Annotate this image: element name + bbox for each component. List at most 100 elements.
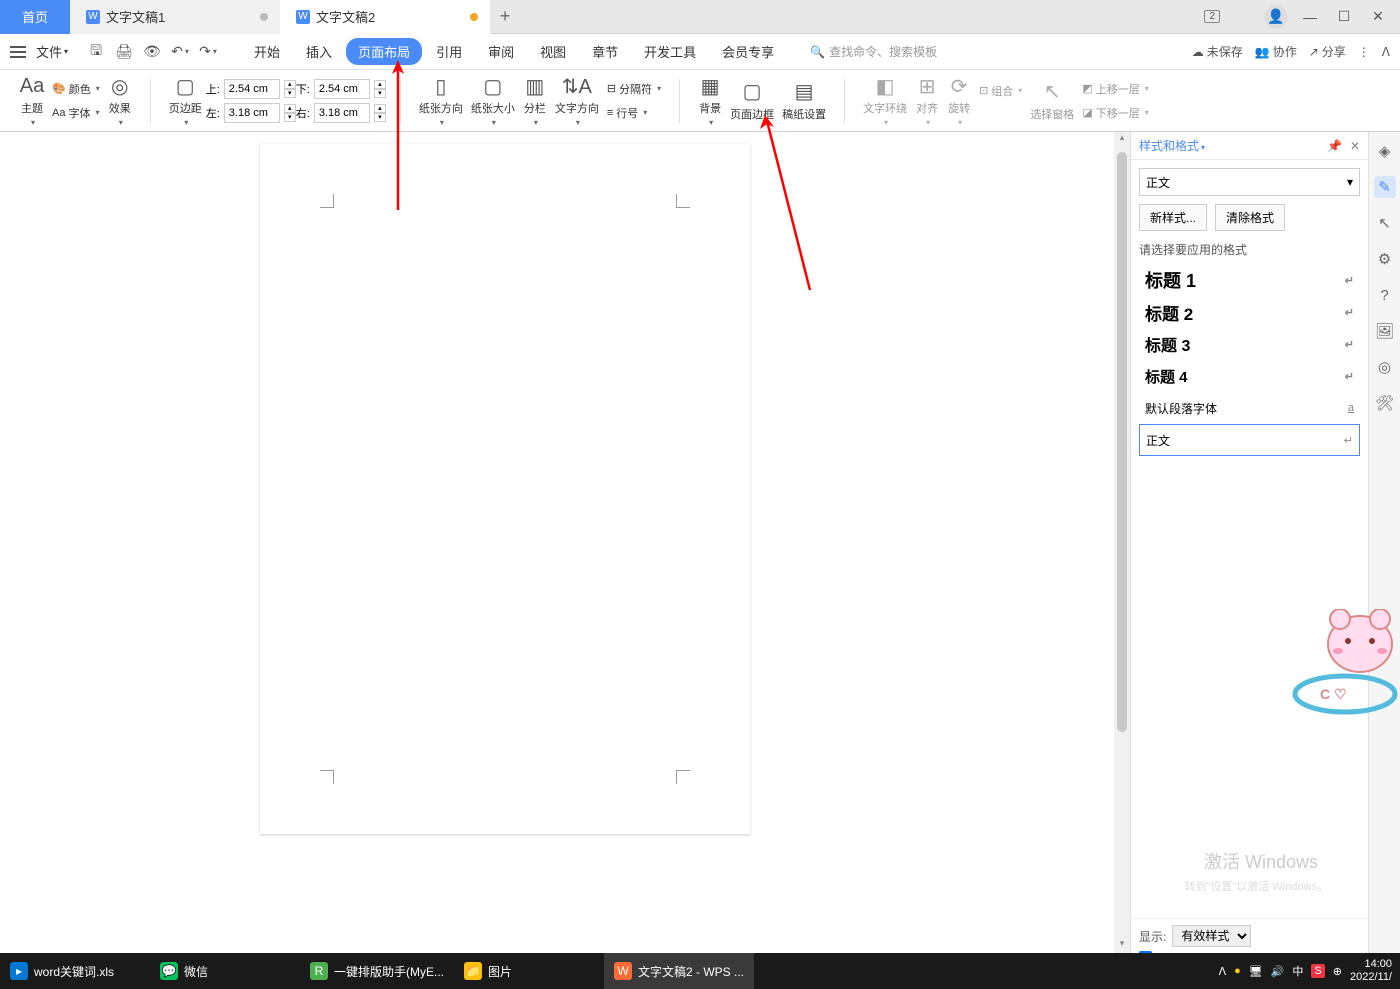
tab-doc1[interactable]: W 文字文稿1 xyxy=(70,0,280,34)
ribbon-tab-section[interactable]: 章节 xyxy=(580,38,630,65)
scrollbar-thumb[interactable] xyxy=(1117,152,1127,732)
style-item-heading3[interactable]: 标题 3↵ xyxy=(1139,328,1360,360)
close-icon[interactable] xyxy=(260,13,268,21)
margin-left-input[interactable] xyxy=(224,103,280,123)
draft-paper-button[interactable]: ▤稿纸设置 xyxy=(778,80,830,122)
page[interactable] xyxy=(260,144,750,834)
current-style-select[interactable]: 正文 ▾ xyxy=(1139,168,1360,196)
style-item-heading4[interactable]: 标题 4↵ xyxy=(1139,360,1360,392)
redo-icon[interactable]: ↷ xyxy=(198,42,218,62)
taskbar-item[interactable]: W文字文稿2 - WPS ... xyxy=(604,953,754,989)
columns-button[interactable]: ▥分栏 xyxy=(519,74,551,127)
page-margin-button[interactable]: ▢页边距 xyxy=(165,74,206,127)
unsaved-indicator[interactable]: ☁未保存 xyxy=(1192,43,1243,60)
color-button[interactable]: 🎨颜色 xyxy=(48,79,104,99)
save-icon[interactable]: 🖫 xyxy=(86,42,106,62)
collab-button[interactable]: 👥协作 xyxy=(1255,43,1297,60)
margin-bottom-input[interactable] xyxy=(314,79,370,99)
tray-icon[interactable]: ⊕ xyxy=(1333,965,1342,978)
text-direction-button[interactable]: ⇅A文字方向 xyxy=(551,74,603,127)
ribbon-tab-review[interactable]: 审阅 xyxy=(476,38,526,65)
style-item-body[interactable]: 正文↵ xyxy=(1139,424,1360,456)
breaks-button[interactable]: ⊟分隔符 xyxy=(603,79,665,99)
taskbar-clock[interactable]: 14:00 2022/11/ xyxy=(1350,958,1392,984)
share-button[interactable]: ↗分享 xyxy=(1309,43,1346,60)
ribbon-tab-view[interactable]: 视图 xyxy=(528,38,578,65)
taskbar-item[interactable]: 💬微信 xyxy=(150,953,300,989)
page-border-button[interactable]: ▢页面边框 xyxy=(726,80,778,122)
strip-help-icon[interactable]: ? xyxy=(1374,284,1396,306)
print-icon[interactable]: 🖨 xyxy=(114,42,134,62)
print-preview-icon[interactable]: 👁 xyxy=(142,42,162,62)
panel-title[interactable]: 样式和格式 xyxy=(1139,137,1205,154)
tray-network-icon[interactable]: 🖥 xyxy=(1249,965,1263,978)
ribbon-tab-insert[interactable]: 插入 xyxy=(294,38,344,65)
line-numbers-button[interactable]: ≡行号 xyxy=(603,103,665,123)
style-item-heading1[interactable]: 标题 1↵ xyxy=(1139,264,1360,296)
search-box[interactable]: 🔍 查找命令、搜索模板 xyxy=(810,43,937,60)
collapse-ribbon-icon[interactable]: ᐱ xyxy=(1382,45,1390,59)
ribbon-tab-start[interactable]: 开始 xyxy=(242,38,292,65)
margin-top-input[interactable] xyxy=(224,79,280,99)
undo-icon[interactable]: ↶ xyxy=(170,42,190,62)
margin-right-input[interactable] xyxy=(314,103,370,123)
close-panel-icon[interactable]: ✕ xyxy=(1350,139,1360,153)
tray-ime[interactable]: 中 xyxy=(1292,963,1303,979)
strip-tools-icon[interactable]: 🛠 xyxy=(1374,392,1396,414)
theme-button[interactable]: Aa主题 xyxy=(16,74,48,127)
taskbar-item[interactable]: ▸word关键词.xls xyxy=(0,953,150,989)
tray-chevron-icon[interactable]: ᐱ xyxy=(1219,965,1227,978)
ribbon-tab-page-layout[interactable]: 页面布局 xyxy=(346,38,422,65)
spinner[interactable]: ▴▾ xyxy=(374,104,386,122)
style-item-default-font[interactable]: 默认段落字体a xyxy=(1139,392,1360,424)
folder-icon: 📁 xyxy=(464,962,482,980)
background-button[interactable]: ▦背景 xyxy=(694,74,726,127)
ribbon-tab-devtools[interactable]: 开发工具 xyxy=(632,38,708,65)
ribbon-tab-references[interactable]: 引用 xyxy=(424,38,474,65)
window-count-badge[interactable]: 2 xyxy=(1204,10,1220,23)
clear-format-button[interactable]: 清除格式 xyxy=(1215,204,1285,231)
maximize-button[interactable]: ☐ xyxy=(1332,5,1356,29)
font-button[interactable]: Aa字体 xyxy=(48,103,104,123)
apps-grid-icon[interactable] xyxy=(1230,5,1254,29)
paper-size-button[interactable]: ▢纸张大小 xyxy=(467,74,519,127)
unsaved-dot-icon[interactable] xyxy=(470,13,478,21)
tray-icon[interactable]: S xyxy=(1311,964,1324,978)
tab-doc2[interactable]: W 文字文稿2 xyxy=(280,0,490,34)
minimize-button[interactable]: — xyxy=(1298,5,1322,29)
file-menu[interactable]: 文件 xyxy=(32,42,72,61)
spinner[interactable]: ▴▾ xyxy=(284,104,296,122)
tray-icon[interactable]: ● xyxy=(1234,965,1241,977)
pin-icon[interactable]: 📌 xyxy=(1327,139,1342,153)
ribbon-tab-member[interactable]: 会员专享 xyxy=(710,38,786,65)
orientation-button[interactable]: ▯纸张方向 xyxy=(415,74,467,127)
strip-diamond-icon[interactable]: ◈ xyxy=(1374,140,1396,162)
strip-pen-icon[interactable]: ✎ xyxy=(1374,176,1396,198)
scroll-down-icon[interactable]: ▾ xyxy=(1114,938,1130,954)
avatar-icon[interactable]: 👤 xyxy=(1264,5,1288,29)
strip-target-icon[interactable]: ◎ xyxy=(1374,356,1396,378)
spinner[interactable]: ▴▾ xyxy=(284,80,296,98)
close-button[interactable]: ✕ xyxy=(1366,5,1390,29)
spinner[interactable]: ▴▾ xyxy=(374,80,386,98)
style-item-heading2[interactable]: 标题 2↵ xyxy=(1139,296,1360,328)
taskbar-item[interactable]: R一键排版助手(MyE... xyxy=(300,953,454,989)
new-style-button[interactable]: 新样式... xyxy=(1139,204,1207,231)
break-icon: ⊟ xyxy=(607,82,616,95)
tab-home[interactable]: 首页 xyxy=(0,0,70,34)
taskbar-item[interactable]: 📁图片 xyxy=(454,953,604,989)
strip-image-icon[interactable]: 🖼 xyxy=(1374,320,1396,342)
hamburger-icon[interactable] xyxy=(10,46,26,58)
wps-icon: W xyxy=(614,962,632,980)
document-canvas[interactable] xyxy=(0,132,1130,974)
strip-settings-icon[interactable]: ⚙ xyxy=(1374,248,1396,270)
show-styles-select[interactable]: 有效样式 xyxy=(1172,925,1251,947)
effect-button[interactable]: ◎效果 xyxy=(104,74,136,127)
tray-volume-icon[interactable]: 🔊 xyxy=(1271,965,1285,978)
strip-cursor-icon[interactable]: ↖ xyxy=(1374,212,1396,234)
add-tab-button[interactable]: + xyxy=(490,6,520,27)
select-pane-button[interactable]: ↖选择窗格 xyxy=(1026,80,1078,122)
vertical-scrollbar[interactable]: ▴ ▾ xyxy=(1114,132,1130,954)
more-icon[interactable]: ⋮ xyxy=(1358,45,1370,59)
scroll-up-icon[interactable]: ▴ xyxy=(1114,132,1130,148)
